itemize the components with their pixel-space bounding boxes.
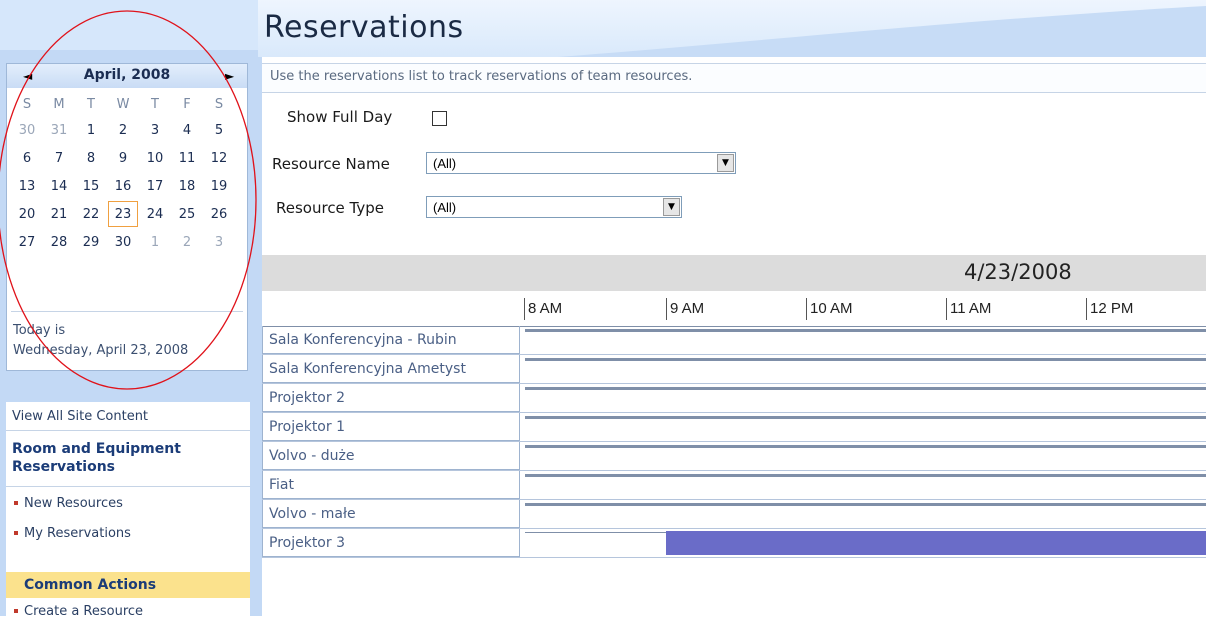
resource-row: Projektor 1	[262, 413, 1206, 442]
time-slot-label: 9 AM	[666, 298, 704, 320]
time-slot-label: 8 AM	[524, 298, 562, 320]
annotation-ellipse	[0, 10, 257, 390]
nav-divider	[6, 486, 250, 487]
schedule-lane[interactable]	[525, 358, 1206, 379]
resource-name-select[interactable]: (All) ▼	[426, 152, 736, 174]
schedule-date: 4/23/2008	[964, 260, 1072, 284]
resource-row: Sala Konferencyjna - Rubin	[262, 326, 1206, 355]
schedule-lane[interactable]	[525, 387, 1206, 408]
resource-name-value: (All)	[433, 156, 457, 171]
schedule-date-header: 4/23/2008	[262, 255, 1206, 291]
resource-row: Fiat	[262, 471, 1206, 500]
resource-row: Sala Konferencyjna Ametyst	[262, 355, 1206, 384]
nav-item-label: New Resources	[24, 496, 123, 511]
resource-name-link[interactable]: Volvo - duże	[262, 442, 520, 470]
nav-section-common-actions-band: Common Actions	[6, 572, 250, 598]
resource-name-link[interactable]: Sala Konferencyjna - Rubin	[262, 326, 520, 354]
resource-name-link[interactable]: Projektor 3	[262, 529, 520, 557]
schedule-lane[interactable]	[525, 416, 1206, 437]
reservation-block[interactable]	[666, 531, 1206, 555]
nav-section-common-actions[interactable]: Common Actions	[24, 576, 156, 594]
resource-type-select[interactable]: (All) ▼	[426, 196, 682, 218]
time-slot-label: 11 AM	[946, 298, 991, 320]
resource-name-label: Resource Name	[272, 155, 390, 173]
nav-item-new-resources[interactable]: New Resources	[12, 496, 123, 511]
resource-name-link[interactable]: Sala Konferencyjna Ametyst	[262, 355, 520, 383]
resource-name-link[interactable]: Projektor 1	[262, 413, 520, 441]
resource-type-value: (All)	[433, 200, 457, 215]
dropdown-arrow-icon[interactable]: ▼	[717, 154, 734, 172]
time-slot-label: 10 AM	[806, 298, 853, 320]
resource-type-label: Resource Type	[276, 199, 385, 217]
nav-divider	[6, 430, 250, 431]
page-title: Reservations	[264, 10, 464, 45]
resource-row: Volvo - duże	[262, 442, 1206, 471]
bullet-icon	[14, 530, 18, 535]
nav-section-room-equipment[interactable]: Room and Equipment Reservations	[12, 440, 237, 476]
schedule-lane[interactable]	[525, 329, 1206, 350]
list-description-bar: Use the reservations list to track reser…	[262, 63, 1206, 93]
time-slot-label: 12 PM	[1086, 298, 1133, 320]
list-description: Use the reservations list to track reser…	[270, 69, 693, 84]
quick-launch-nav: View All Site Content Room and Equipment…	[6, 402, 250, 619]
schedule-lane[interactable]	[525, 445, 1206, 466]
resource-row: Volvo - małe	[262, 500, 1206, 529]
resource-name-link[interactable]: Fiat	[262, 471, 520, 499]
nav-item-my-reservations[interactable]: My Reservations	[12, 526, 131, 541]
nav-item-label: My Reservations	[24, 526, 131, 541]
schedule-lane[interactable]	[525, 503, 1206, 524]
view-all-site-content-link[interactable]: View All Site Content	[12, 409, 148, 424]
schedule-lane[interactable]	[525, 474, 1206, 495]
bullet-icon	[14, 608, 18, 613]
bullet-icon	[14, 500, 18, 505]
show-full-day-checkbox[interactable]	[432, 111, 447, 126]
dropdown-arrow-icon[interactable]: ▼	[663, 198, 680, 216]
resource-name-link[interactable]: Volvo - małe	[262, 500, 520, 528]
nav-item-create-resource[interactable]: Create a Resource	[12, 604, 143, 619]
resource-schedule: Sala Konferencyjna - Rubin Sala Konferen…	[262, 326, 1206, 558]
show-full-day-label: Show Full Day	[287, 108, 393, 126]
nav-item-label: Create a Resource	[24, 604, 144, 619]
resource-name-link[interactable]: Projektor 2	[262, 384, 520, 412]
resource-row: Projektor 3	[262, 529, 1206, 558]
resource-row: Projektor 2	[262, 384, 1206, 413]
time-scale-row: 8 AM 9 AM 10 AM 11 AM 12 PM	[262, 291, 1206, 327]
